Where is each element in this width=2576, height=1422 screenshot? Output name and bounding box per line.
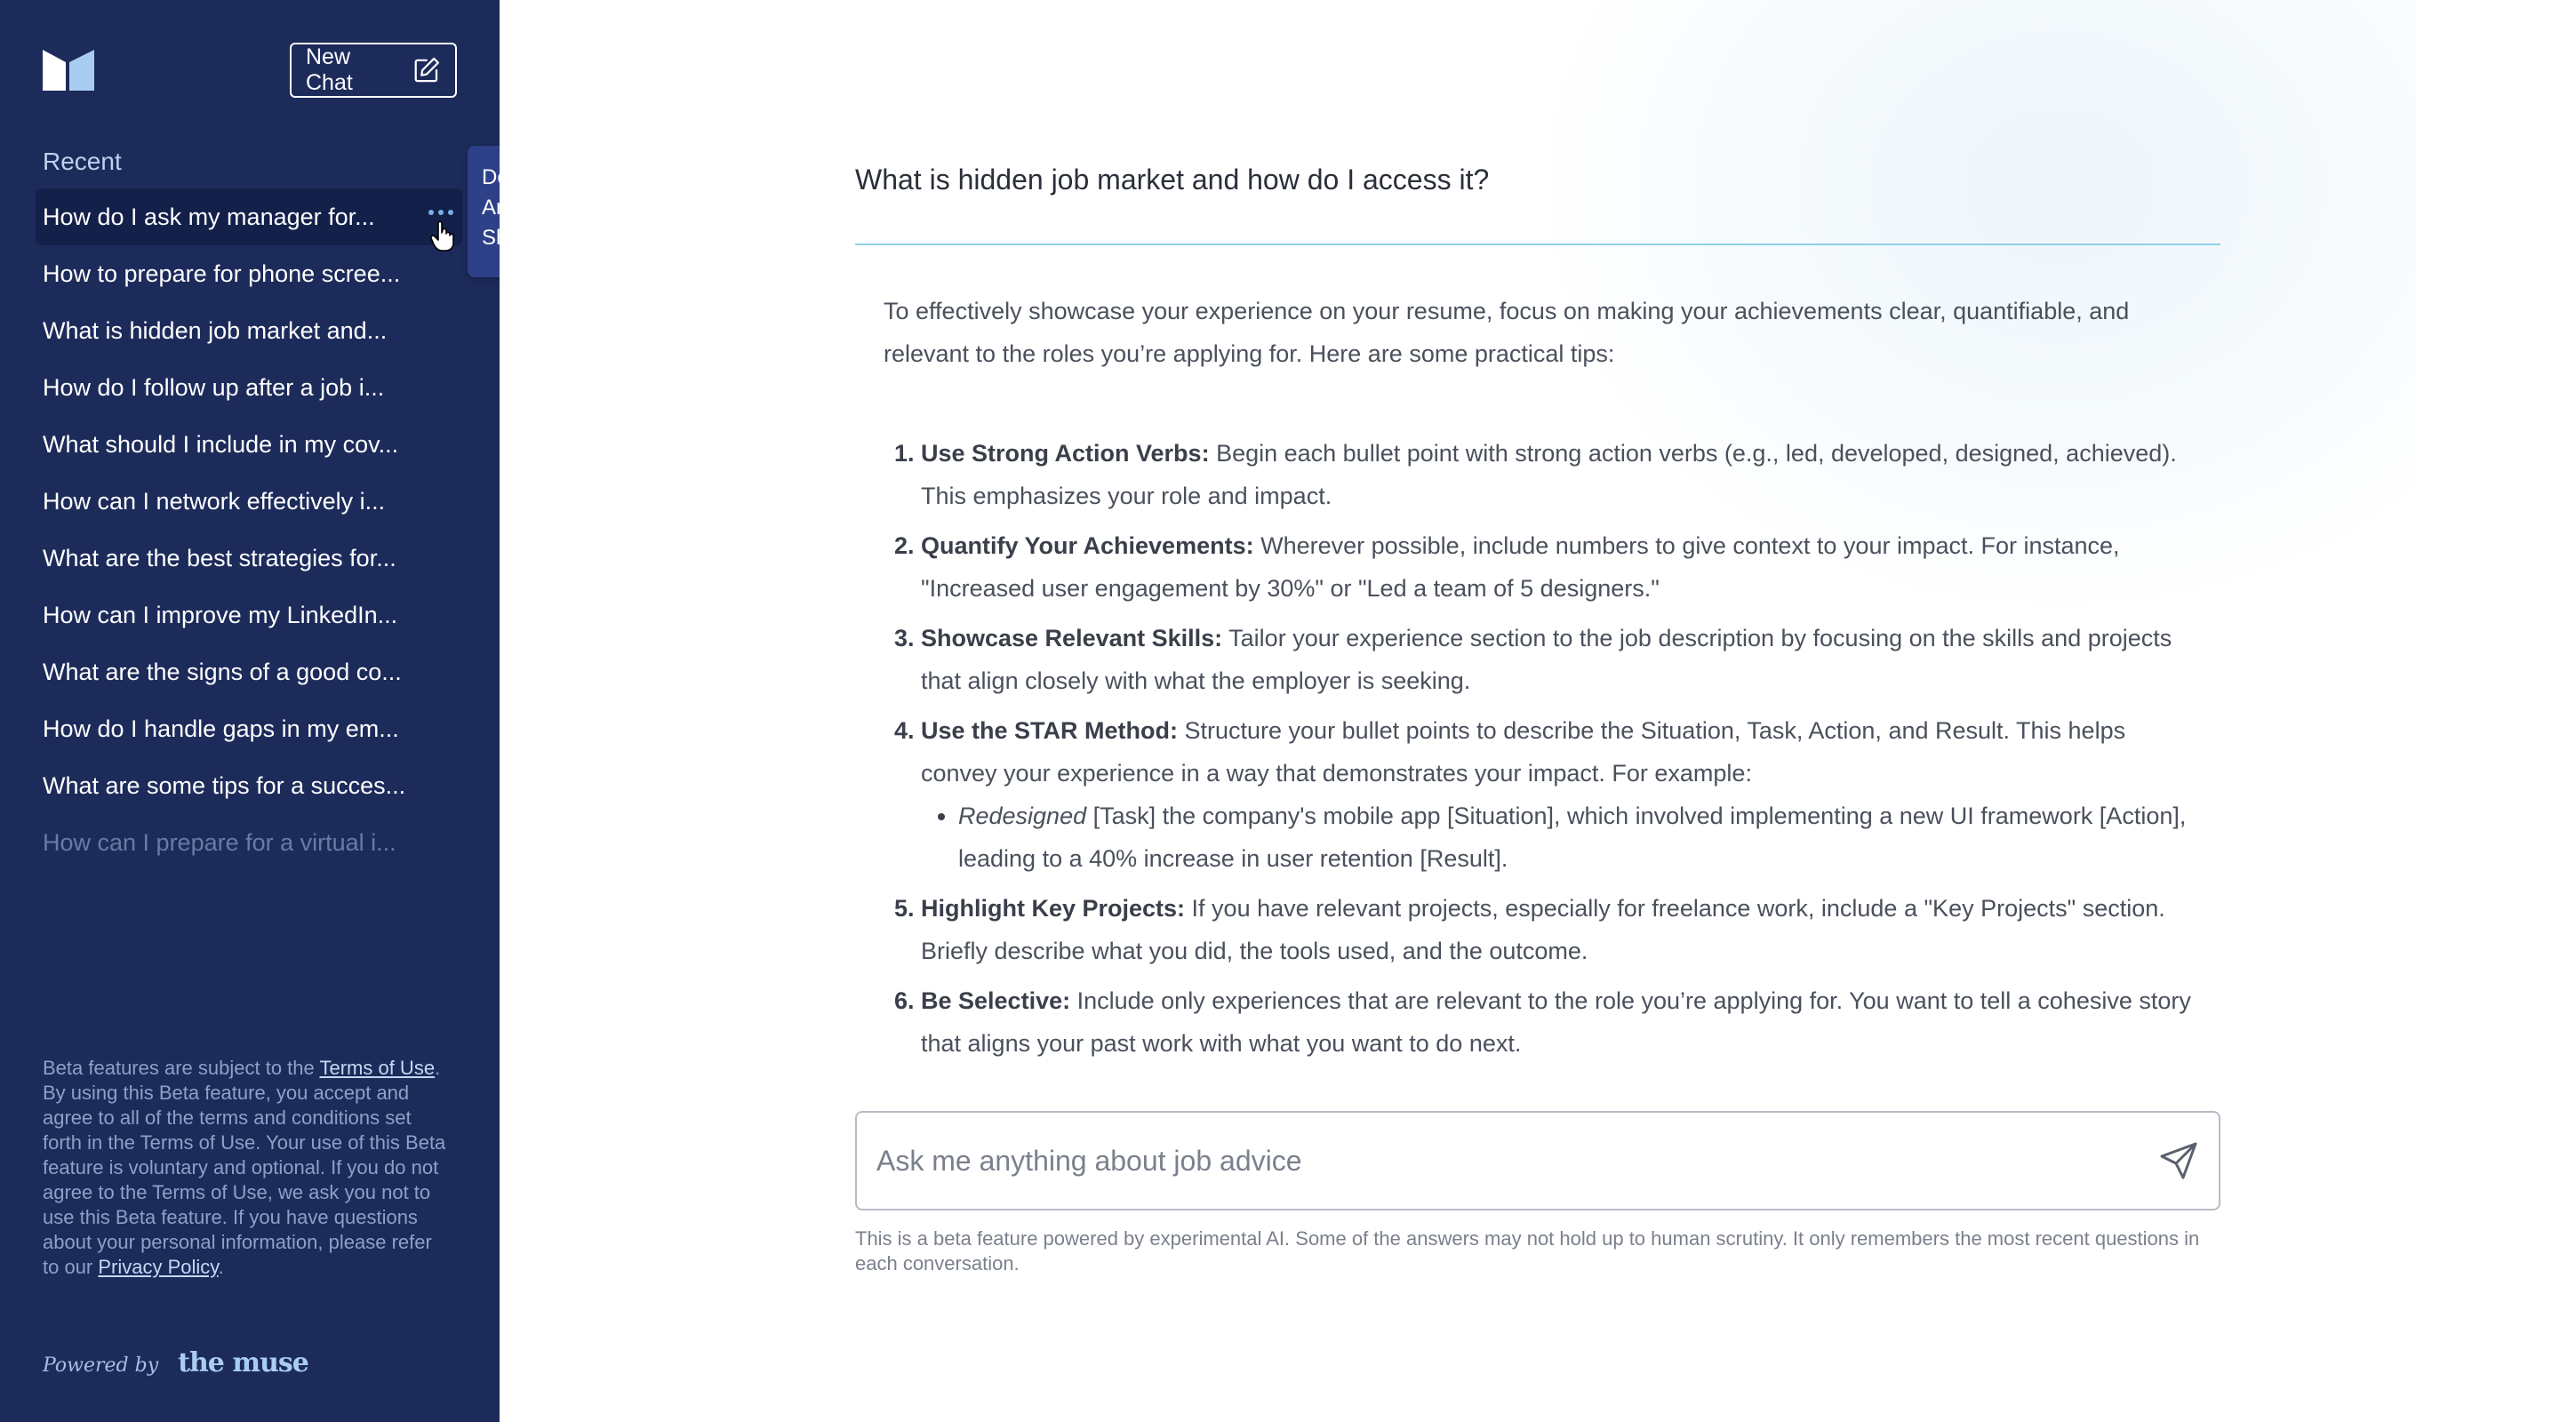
chat-history-list: How do I ask my manager for... How to pr… [36,188,462,871]
history-item-label: How can I improve my LinkedIn... [43,601,398,628]
ask-box [855,1111,2220,1210]
star-example-italic: Redesigned [958,803,1087,829]
star-example-list: Redesigned [Task] the company's mobile a… [921,795,2199,880]
conversation-question: What is hidden job market and how do I a… [855,164,1490,196]
new-chat-button[interactable]: New Chat [290,43,457,98]
history-item-label: What are some tips for a succes... [43,771,406,799]
history-item-label: How can I prepare for a virtual i... [43,828,396,856]
tip-item: Showcase Relevant Skills: Tailor your ex… [921,617,2199,702]
history-item[interactable]: How do I follow up after a job i... [36,359,462,416]
compose-icon [414,57,440,83]
recent-heading: Recent [43,148,122,175]
history-item-label: How do I handle gaps in my em... [43,715,399,742]
star-example-text: [Task] the company's mobile app [Situati… [958,803,2187,872]
history-item-label: How do I follow up after a job i... [43,373,385,401]
tip-item: Be Selective: Include only experiences t… [921,979,2199,1065]
muse-logo-icon[interactable] [43,50,94,91]
tip-text: Include only experiences that are releva… [921,987,2191,1057]
star-example: Redesigned [Task] the company's mobile a… [958,795,2199,880]
tip-title: Use Strong Action Verbs: [921,440,1210,467]
tip-title: Be Selective: [921,987,1071,1014]
history-item-label: What is hidden job market and... [43,316,388,344]
privacy-policy-link[interactable]: Privacy Policy [98,1256,218,1278]
history-item-label: How to prepare for phone scree... [43,260,401,287]
history-item[interactable]: What are some tips for a succes... [36,757,462,814]
chat-main: What is hidden job market and how do I a… [500,0,2576,1422]
new-chat-label: New Chat [306,44,353,95]
beta-note: This is a beta feature powered by experi… [855,1227,2200,1274]
history-item[interactable]: What are the best strategies for... [36,530,462,587]
the-muse-logo[interactable]: the muse [178,1347,309,1378]
send-icon[interactable] [2158,1140,2199,1181]
history-item[interactable]: How can I improve my LinkedIn... [36,587,462,643]
hand-cursor-icon [430,220,454,252]
history-item[interactable]: How do I handle gaps in my em... [36,700,462,757]
more-options-icon[interactable] [428,206,455,219]
powered-by-label: Powered by [43,1354,159,1377]
tip-title: Highlight Key Projects: [921,895,1186,922]
history-item-label: What should I include in my cov... [43,430,399,458]
disclaimer-text: . By using this Beta feature, you accept… [43,1057,446,1278]
history-item-label: How do I ask my manager for... [43,203,375,230]
history-item[interactable]: What should I include in my cov... [36,416,462,473]
answer-intro: To effectively showcase your experience … [884,298,2130,367]
tip-item: Use the STAR Method: Structure your bull… [921,709,2199,880]
tip-item: Highlight Key Projects: If you have rele… [921,887,2199,972]
tip-item: Quantify Your Achievements: Wherever pos… [921,524,2199,610]
sidebar: New Chat Recent How do I ask my manager … [0,0,500,1422]
history-item-active[interactable]: How do I ask my manager for... [36,188,462,245]
terms-of-use-link[interactable]: Terms of Use [319,1057,435,1079]
tip-item: Use Strong Action Verbs: Begin each bull… [921,432,2199,517]
beta-disclaimer: Beta features are subject to the Terms o… [43,1056,452,1280]
tip-title: Quantify Your Achievements: [921,532,1254,559]
history-item[interactable]: How to prepare for phone scree... [36,245,462,302]
history-item-label: How can I network effectively i... [43,487,386,515]
tip-title: Showcase Relevant Skills: [921,625,1223,651]
question-divider [855,244,2220,245]
tips-list: Use Strong Action Verbs: Begin each bull… [884,432,2199,1065]
history-item[interactable]: What are the signs of a good co... [36,643,462,700]
history-item[interactable]: How can I prepare for a virtual i... [36,814,462,871]
history-item-label: What are the best strategies for... [43,544,396,571]
history-item-label: What are the signs of a good co... [43,658,402,685]
history-item[interactable]: How can I network effectively i... [36,473,462,530]
disclaimer-text: . [218,1256,224,1278]
disclaimer-text: Beta features are subject to the [43,1057,320,1079]
history-item[interactable]: What is hidden job market and... [36,302,462,359]
ask-input[interactable] [876,1144,2158,1178]
powered-by: Powered by the muse [43,1347,309,1378]
assistant-answer: To effectively showcase your experience … [884,290,2199,1072]
tip-title: Use the STAR Method: [921,717,1178,744]
